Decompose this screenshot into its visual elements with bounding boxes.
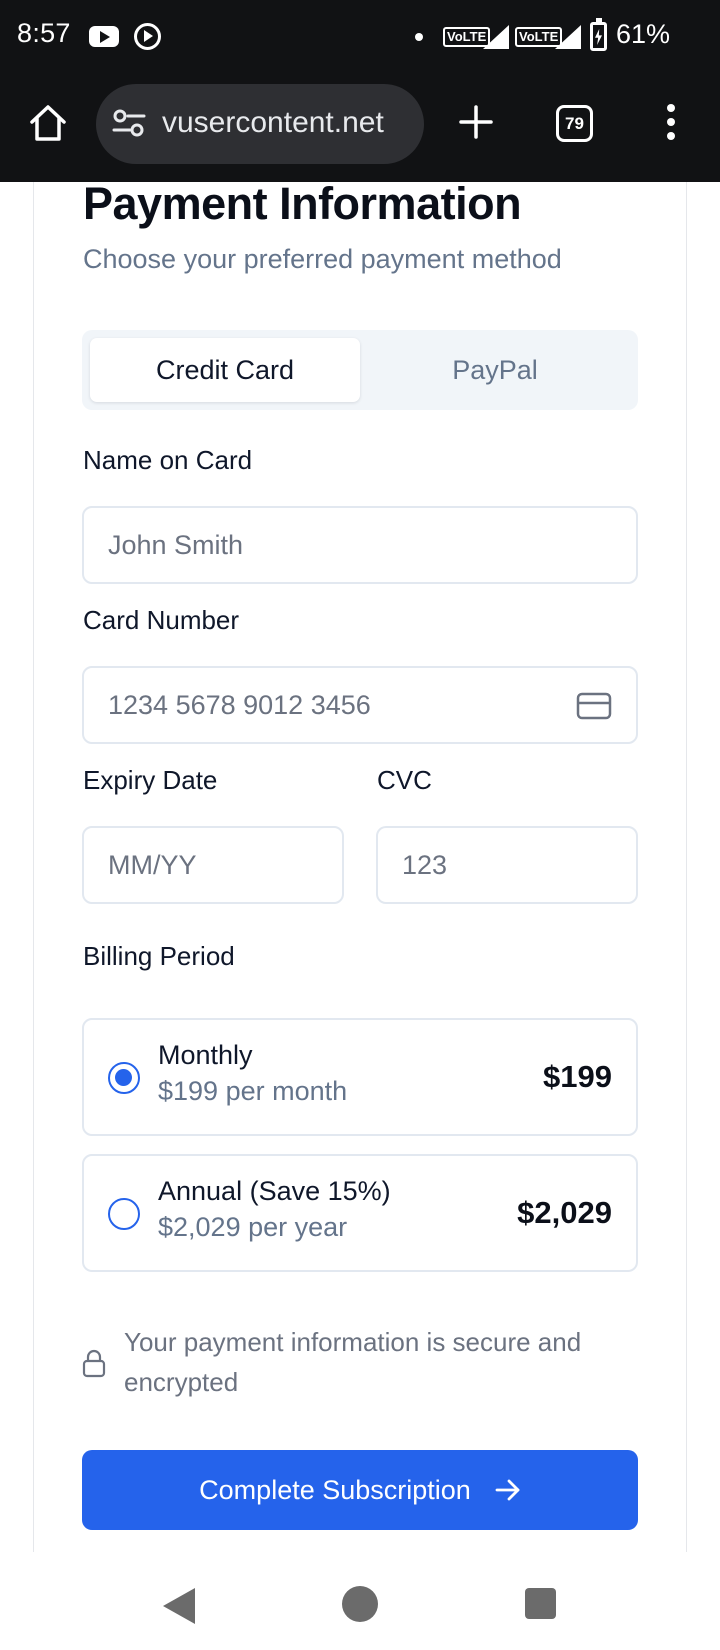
system-nav-bar <box>0 1554 720 1650</box>
battery-charging-icon <box>590 18 607 51</box>
address-bar[interactable]: vusercontent.net <box>96 84 424 164</box>
radio-annual[interactable] <box>108 1198 140 1230</box>
card-number-input[interactable] <box>108 668 570 742</box>
name-on-card-input[interactable] <box>108 508 570 582</box>
browser-toolbar: vusercontent.net 79 <box>0 74 720 182</box>
security-note-text: Your payment information is secure and e… <box>124 1327 582 1397</box>
plan-subtitle: $2,029 per year <box>158 1212 348 1242</box>
plan-subtitle: $199 per month <box>158 1076 348 1106</box>
plus-icon[interactable] <box>458 104 494 140</box>
youtube-icon <box>89 26 119 47</box>
status-bar: 8:57 VoLTE VoLTE 61% <box>0 0 720 74</box>
home-icon[interactable] <box>28 102 68 144</box>
home-circle-icon[interactable] <box>342 1586 378 1622</box>
battery-percent: 61% <box>616 19 671 49</box>
payment-method-tabs: Credit Card PayPal <box>82 330 638 410</box>
notification-dot-icon <box>415 33 423 41</box>
tab-credit-card[interactable]: Credit Card <box>90 338 360 402</box>
complete-subscription-button[interactable]: Complete Subscription <box>82 1450 638 1530</box>
cvc-field[interactable] <box>376 826 638 904</box>
name-on-card-field[interactable] <box>82 506 638 584</box>
radio-monthly[interactable] <box>108 1062 140 1094</box>
status-time: 8:57 <box>17 18 71 48</box>
signal-icon-2 <box>555 25 581 49</box>
more-vert-icon[interactable] <box>665 104 677 144</box>
plan-price: $199 <box>543 1059 612 1094</box>
tab-paypal[interactable]: PayPal <box>360 338 630 402</box>
complete-subscription-label: Complete Subscription <box>199 1475 471 1505</box>
arrow-right-icon <box>495 1479 520 1501</box>
cvc-label: CVC <box>377 765 432 795</box>
cvc-input[interactable] <box>402 828 570 902</box>
url-text[interactable]: vusercontent.net <box>162 106 384 140</box>
expiry-date-field[interactable] <box>82 826 344 904</box>
expiry-date-input[interactable] <box>108 828 276 902</box>
billing-period-label: Billing Period <box>83 941 235 971</box>
page-subtitle: Choose your preferred payment method <box>83 244 562 274</box>
card-number-label: Card Number <box>83 605 240 635</box>
plan-option-annual[interactable]: Annual (Save 15%) $2,029 per year $2,029 <box>82 1154 638 1272</box>
plan-name: Monthly <box>158 1040 253 1070</box>
lock-icon <box>82 1349 106 1378</box>
page-title: Payment Information <box>83 178 522 229</box>
plan-name: Annual (Save 15%) <box>158 1176 391 1206</box>
card-number-field[interactable] <box>82 666 638 744</box>
security-note: Your payment information is secure and e… <box>82 1322 638 1402</box>
name-on-card-label: Name on Card <box>83 445 253 475</box>
tab-switcher-icon[interactable]: 79 <box>556 105 593 142</box>
back-icon[interactable] <box>163 1588 195 1624</box>
expiry-date-label: Expiry Date <box>83 765 218 795</box>
recents-icon[interactable] <box>525 1588 556 1619</box>
plan-option-monthly[interactable]: Monthly $199 per month $199 <box>82 1018 638 1136</box>
site-settings-icon[interactable] <box>112 108 146 138</box>
play-circle-icon <box>134 23 161 50</box>
plan-price: $2,029 <box>517 1195 612 1230</box>
signal-icon <box>483 25 509 49</box>
credit-card-icon <box>576 692 612 720</box>
